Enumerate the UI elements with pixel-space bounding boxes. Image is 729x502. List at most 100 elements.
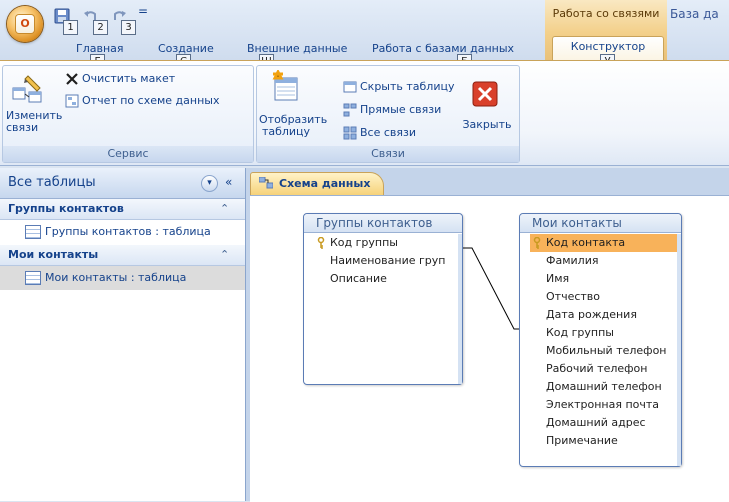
report-label: Отчет по схеме данных [82,94,220,107]
field-item-selected[interactable]: Код контакта [530,234,677,252]
direct-links-button[interactable]: Прямые связи [343,103,441,117]
table-box-title: Мои контакты [520,214,681,233]
field-name: Примечание [546,434,618,447]
nav-title[interactable]: Все таблицы [8,175,96,190]
field-item[interactable]: Примечание [530,432,677,450]
field-name: Домашний телефон [546,380,662,393]
field-item[interactable]: Рабочий телефон [530,360,677,378]
field-item[interactable]: Наименование груп [314,252,458,270]
window-title: База да [670,7,719,21]
chevron-up-icon: ⌃ [220,248,230,261]
contextual-group-label: Работа со связями [552,7,660,20]
field-name: Наименование груп [330,254,446,267]
clear-layout-icon [66,73,78,85]
field-item[interactable]: Домашний адрес [530,414,677,432]
table-box-contact-groups[interactable]: Группы контактов Код группы Наименование… [303,213,463,385]
ribbon-group-links: Отобразить таблицу Скрыть таблицу Прямые… [256,65,520,163]
edit-links-label: Изменить связи [6,109,63,134]
field-name: Мобильный телефон [546,344,667,357]
all-links-label: Все связи [360,126,417,139]
close-icon [472,81,498,107]
keytip-3: 3 [121,20,136,35]
field-name: Описание [330,272,387,285]
field-item[interactable]: Код группы [530,324,677,342]
field-item[interactable]: Фамилия [530,252,677,270]
table-box-my-contacts[interactable]: Мои контакты Код контакта Фамилия Имя От… [519,213,682,467]
field-name: Рабочий телефон [546,362,648,375]
ribbon: Изменить связи Очистить макет Отчет по с… [0,60,729,166]
document-tab-label: Схема данных [279,177,371,190]
edit-links-icon [12,75,42,103]
field-name: Имя [546,272,570,285]
primary-key-icon [317,237,325,249]
nav-group-contact-groups[interactable]: Группы контактов ⌃ [0,199,245,220]
field-name: Электронная почта [546,398,660,411]
relationships-canvas: Группы контактов Код группы Наименование… [250,195,729,502]
hide-table-button[interactable]: Скрыть таблицу [343,80,455,94]
field-item[interactable]: Отчество [530,288,677,306]
primary-key-icon [533,237,541,249]
qat-customize-icon[interactable]: = [138,4,148,18]
table-box-title: Группы контактов [304,214,462,233]
show-table-label: Отобразить таблицу [259,113,328,138]
field-item[interactable]: Домашний телефон [530,378,677,396]
field-name: Код группы [546,326,614,339]
document-tab-relationships[interactable]: Схема данных [250,172,384,196]
direct-links-icon [343,103,357,117]
title-bar: O = 1 2 3 Работа со связями База да Глав… [0,0,729,69]
field-name: Отчество [546,290,601,303]
field-item[interactable]: Дата рождения [530,306,677,324]
nav-item-contact-groups-table[interactable]: Группы контактов : таблица [0,220,245,244]
close-button[interactable]: Закрыть [461,76,513,146]
scrollbar[interactable] [677,234,681,466]
office-logo-icon: O [16,15,34,33]
report-icon [65,94,79,108]
field-name: Фамилия [546,254,599,267]
ribbon-group-service-label: Сервис [3,146,253,162]
report-button[interactable]: Отчет по схеме данных [65,94,219,108]
table-icon [25,271,41,285]
relationships-icon [259,177,273,189]
field-name: Дата рождения [546,308,637,321]
field-item[interactable]: Мобильный телефон [530,342,677,360]
navigation-pane: Все таблицы ▾ « Группы контактов ⌃ Групп… [0,168,246,501]
all-links-icon [343,126,357,140]
field-list: Код контакта Фамилия Имя Отчество Дата р… [520,234,681,466]
keytip-1: 1 [63,20,78,35]
nav-item-label: Группы контактов : таблица [45,225,211,238]
field-name: Код контакта [546,236,626,249]
tab-database-tools[interactable]: Работа с базами данных [372,41,514,59]
ribbon-group-links-label: Связи [257,146,519,162]
nav-collapse-icon[interactable]: « [225,175,232,189]
field-item[interactable]: Код группы [314,234,458,252]
chevron-up-icon: ⌃ [220,202,230,215]
show-table-icon [272,70,298,101]
nav-item-label: Мои контакты : таблица [45,271,187,284]
field-item[interactable]: Имя [530,270,677,288]
field-list: Код группы Наименование груп Описание [304,234,462,384]
nav-header: Все таблицы ▾ « [0,168,245,199]
close-label: Закрыть [462,118,512,131]
office-button[interactable]: O [7,6,43,42]
field-name: Код группы [330,236,398,249]
nav-group-my-contacts[interactable]: Мои контакты ⌃ [0,245,245,266]
all-links-button[interactable]: Все связи [343,126,416,140]
field-item[interactable]: Электронная почта [530,396,677,414]
direct-links-label: Прямые связи [360,103,442,116]
scrollbar[interactable] [458,234,462,384]
edit-links-button[interactable]: Изменить связи [6,70,62,140]
field-item[interactable]: Описание [314,270,458,288]
keytip-2: 2 [93,20,108,35]
ribbon-group-service: Изменить связи Очистить макет Отчет по с… [2,65,254,163]
hide-table-icon [343,81,357,93]
nav-item-my-contacts-table[interactable]: Мои контакты : таблица [0,266,245,290]
nav-dropdown-icon[interactable]: ▾ [201,175,218,192]
nav-group-label: Группы контактов [8,202,124,215]
table-icon [25,225,41,239]
hide-table-label: Скрыть таблицу [360,80,455,93]
show-table-button[interactable]: Отобразить таблицу [259,68,328,144]
clear-layout-button[interactable]: Очистить макет [65,72,175,86]
clear-layout-label: Очистить макет [82,72,176,85]
field-name: Домашний адрес [546,416,646,429]
document-area: Схема данных Группы контактов Код группы [246,168,729,502]
